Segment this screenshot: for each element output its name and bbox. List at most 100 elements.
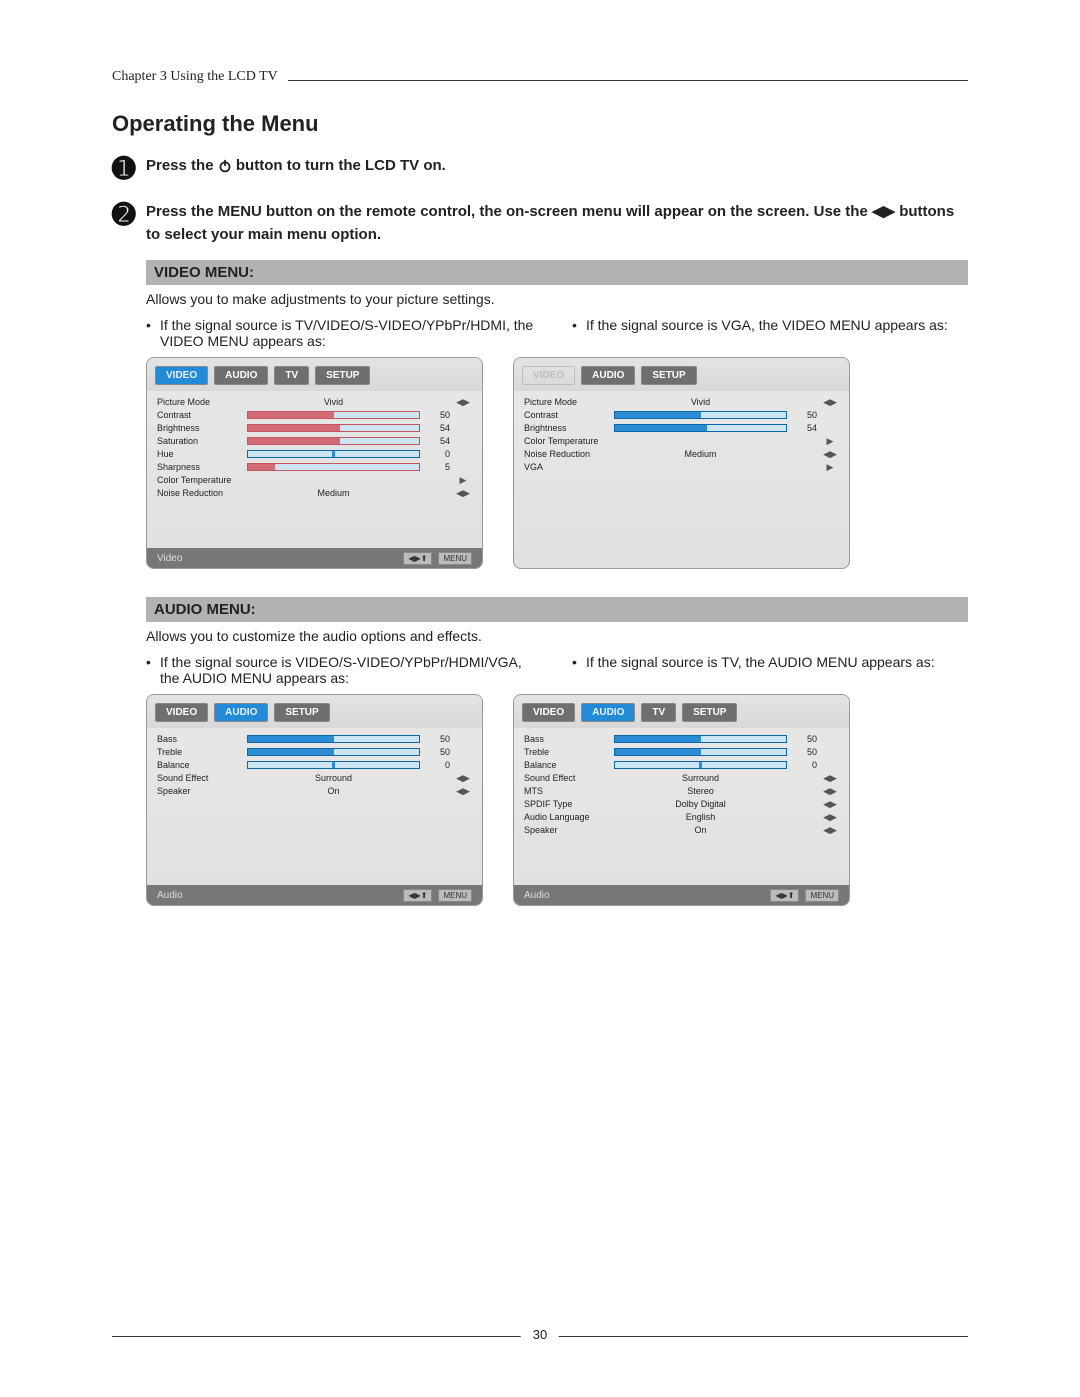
osd-tab-setup[interactable]: SETUP <box>274 703 329 722</box>
slider-track[interactable] <box>247 463 420 471</box>
osd-row[interactable]: SpeakerOn◀▶ <box>157 785 472 797</box>
osd-row[interactable]: Bass50 <box>524 733 839 745</box>
osd-tab-audio[interactable]: AUDIO <box>581 703 635 722</box>
osd-row[interactable]: Color Temperature▶ <box>524 435 839 447</box>
bullet-icon: • <box>572 317 586 333</box>
osd-row[interactable]: Noise ReductionMedium◀▶ <box>524 448 839 460</box>
slider-track[interactable] <box>247 437 420 445</box>
step-1-text: Press the button to turn the LCD TV on. <box>146 155 446 178</box>
osd-row-label: Audio Language <box>524 812 614 822</box>
osd-tab-audio[interactable]: AUDIO <box>214 366 268 385</box>
slider-track[interactable] <box>614 761 787 769</box>
osd-row-value: English <box>614 813 787 821</box>
step-badge-1: ➊ <box>112 155 146 183</box>
osd-row[interactable]: Picture ModeVivid◀▶ <box>157 396 472 408</box>
osd-tab-video[interactable]: VIDEO <box>155 366 208 385</box>
osd-row[interactable]: Brightness54 <box>524 422 839 434</box>
osd-row[interactable]: Hue0 <box>157 448 472 460</box>
osd-tab-audio[interactable]: AUDIO <box>214 703 268 722</box>
osd-row-value: Vivid <box>614 398 787 406</box>
arrow-icon: ▶ <box>821 436 839 447</box>
osd-row[interactable]: Balance 0 <box>157 759 472 771</box>
osd-row-label: Sharpness <box>157 462 247 472</box>
osd-row[interactable]: Picture ModeVivid◀▶ <box>524 396 839 408</box>
osd-row[interactable]: MTSStereo◀▶ <box>524 785 839 797</box>
slider-track[interactable] <box>247 411 420 419</box>
osd-row[interactable]: Brightness54 <box>157 422 472 434</box>
osd-row-label: Sound Effect <box>157 773 247 783</box>
step-2: ➋ Press the MENU button on the remote co… <box>112 201 968 246</box>
slider-track[interactable] <box>614 424 787 432</box>
osd-row-label: MTS <box>524 786 614 796</box>
osd-row-value <box>247 424 420 432</box>
osd-row[interactable]: SpeakerOn◀▶ <box>524 824 839 836</box>
osd-row-number: 50 <box>420 747 454 757</box>
slider-track[interactable] <box>614 411 787 419</box>
chapter-header: Chapter 3 Using the LCD TV <box>112 69 288 85</box>
osd-row[interactable]: Sharpness 5 <box>157 461 472 473</box>
osd-hints: ◀▶⬆MENU <box>403 552 472 565</box>
osd-row[interactable]: Contrast50 <box>524 409 839 421</box>
osd-hint-badge: MENU <box>805 889 839 902</box>
osd-body: Bass50Treble50Balance0Sound EffectSurrou… <box>514 728 849 839</box>
osd-row-value <box>614 424 787 432</box>
osd-row[interactable]: VGA▶ <box>524 461 839 473</box>
slider-track[interactable] <box>247 761 420 769</box>
slider-track[interactable] <box>247 450 420 458</box>
slider-track[interactable] <box>614 748 787 756</box>
osd-tab-setup[interactable]: SETUP <box>315 366 370 385</box>
osd-row[interactable]: Treble50 <box>524 746 839 758</box>
osd-row-value: Dolby Digital <box>614 800 787 808</box>
osd-tab-setup[interactable]: SETUP <box>682 703 737 722</box>
osd-row-label: Brightness <box>157 423 247 433</box>
audio-caption-right-text: If the signal source is TV, the AUDIO ME… <box>586 654 935 670</box>
osd-row-number: 0 <box>420 760 454 770</box>
osd-row-value: Surround <box>247 774 420 782</box>
slider-track[interactable] <box>247 748 420 756</box>
bullet-icon: • <box>572 654 586 670</box>
osd-row-label: Noise Reduction <box>524 449 614 459</box>
osd-hint-badge: ◀▶⬆ <box>403 889 432 902</box>
osd-tab-tv[interactable]: TV <box>641 703 676 722</box>
osd-row-value: Stereo <box>614 787 787 795</box>
osd-row-number: 5 <box>420 462 454 472</box>
osd-tab-audio[interactable]: AUDIO <box>581 366 635 385</box>
osd-tab-setup[interactable]: SETUP <box>641 366 696 385</box>
osd-row[interactable]: Sound EffectSurround◀▶ <box>157 772 472 784</box>
osd-status-bar: Audio◀▶⬆MENU <box>514 885 849 905</box>
arrow-icon: ▶ <box>454 475 472 486</box>
osd-tab-video[interactable]: VIDEO <box>522 703 575 722</box>
osd-tab-video[interactable]: VIDEO <box>522 366 575 385</box>
slider-track[interactable] <box>247 424 420 432</box>
video-caption-left: • If the signal source is TV/VIDEO/S-VID… <box>146 317 542 349</box>
video-caption-left-text: If the signal source is TV/VIDEO/S-VIDEO… <box>160 317 542 349</box>
slider-track[interactable] <box>247 735 420 743</box>
osd-row[interactable]: SPDIF TypeDolby Digital◀▶ <box>524 798 839 810</box>
osd-row-number: 0 <box>420 449 454 459</box>
osd-tab-video[interactable]: VIDEO <box>155 703 208 722</box>
osd-row-label: VGA <box>524 462 614 472</box>
osd-row[interactable]: Balance0 <box>524 759 839 771</box>
osd-row-label: Color Temperature <box>157 475 247 485</box>
osd-row-label: Noise Reduction <box>157 488 247 498</box>
osd-row[interactable]: Bass50 <box>157 733 472 745</box>
osd-row[interactable]: Sound EffectSurround◀▶ <box>524 772 839 784</box>
video-captions: • If the signal source is TV/VIDEO/S-VID… <box>146 317 968 349</box>
arrow-icon: ◀▶ <box>454 786 472 797</box>
osd-row[interactable]: Color Temperature ▶ <box>157 474 472 486</box>
osd-row[interactable]: Saturation54 <box>157 435 472 447</box>
osd-tab-tv[interactable]: TV <box>274 366 309 385</box>
osd-row-value: Medium <box>614 450 787 458</box>
osd-row-label: Balance <box>157 760 247 770</box>
osd-status-name: Audio <box>524 890 550 901</box>
osd-hints: ◀▶⬆MENU <box>403 889 472 902</box>
osd-row[interactable]: Treble50 <box>157 746 472 758</box>
osd-row[interactable]: Noise ReductionMedium◀▶ <box>157 487 472 499</box>
audio-panel-right: VIDEOAUDIOTVSETUPBass50Treble50Balance0S… <box>513 694 850 906</box>
video-menu-desc: Allows you to make adjustments to your p… <box>146 291 968 307</box>
osd-row[interactable]: Audio LanguageEnglish◀▶ <box>524 811 839 823</box>
slider-track[interactable] <box>614 735 787 743</box>
osd-row[interactable]: Contrast50 <box>157 409 472 421</box>
osd-row-value <box>247 735 420 743</box>
osd-row-number: 50 <box>787 747 821 757</box>
